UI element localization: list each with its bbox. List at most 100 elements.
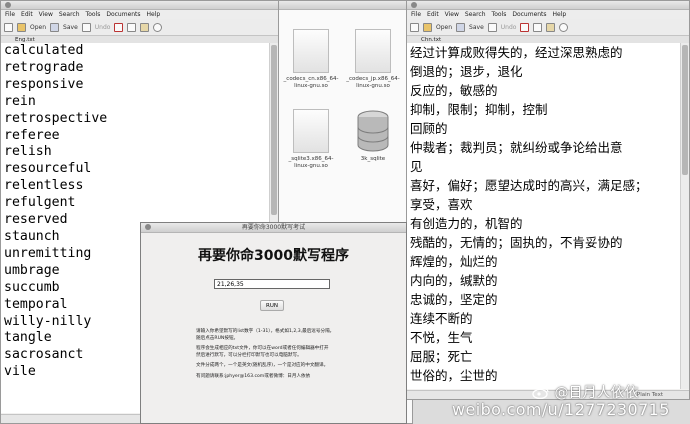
right-menubar: File Edit View Search Tools Documents He… xyxy=(407,10,689,19)
dialog-heading: 再要你命3000默写程序 xyxy=(198,248,349,264)
print-icon[interactable] xyxy=(487,22,497,32)
paste-icon[interactable] xyxy=(140,22,150,32)
save-icon[interactable] xyxy=(50,22,60,32)
menu-help[interactable]: Help xyxy=(147,11,161,18)
open-folder-icon[interactable] xyxy=(17,22,26,32)
chinese-meaning-line: 有创造力的，机智的 xyxy=(410,216,523,231)
undo-button[interactable]: Undo xyxy=(501,24,517,31)
new-document-icon[interactable] xyxy=(4,22,13,32)
find-icon[interactable] xyxy=(153,22,163,32)
left-editor-titlebar xyxy=(1,1,278,10)
english-word-line: relish xyxy=(4,144,52,160)
menu-search[interactable]: Search xyxy=(465,11,486,18)
english-word-line: resourceful xyxy=(4,161,92,177)
english-word-line: relentless xyxy=(4,178,84,194)
undo-button[interactable]: Undo xyxy=(95,24,111,31)
file-document-icon xyxy=(293,109,329,153)
save-button[interactable]: Save xyxy=(469,24,484,31)
english-word-line: refulgent xyxy=(4,195,76,211)
open-button[interactable]: Open xyxy=(436,24,452,31)
menu-view[interactable]: View xyxy=(445,11,459,18)
right-editor-window: File Edit View Search Tools Documents He… xyxy=(406,0,690,400)
list-number-input[interactable] xyxy=(214,279,330,289)
close-window-icon[interactable] xyxy=(411,2,417,8)
menu-file[interactable]: File xyxy=(5,11,15,18)
menu-edit[interactable]: Edit xyxy=(427,11,439,18)
left-scrollbar-thumb[interactable] xyxy=(271,45,277,215)
close-window-icon[interactable] xyxy=(5,2,11,8)
right-scrollbar[interactable] xyxy=(680,43,689,389)
weibo-handle-watermark: @日月人依依 xyxy=(532,382,638,402)
file-item[interactable]: _sqlite3.x86_64-linux-gnu.so xyxy=(281,109,341,169)
instruction-line: 然后进行默写，可以分栏打印默写也可以电脑默写。 xyxy=(196,352,302,358)
instruction-line: 文件分成两个，一个是英文(随机乱序)，一个是对应的中文翻译。 xyxy=(196,363,329,368)
right-editor-titlebar xyxy=(407,1,689,10)
paste-icon[interactable] xyxy=(546,22,556,32)
file-manager-titlebar xyxy=(279,1,412,10)
instruction-line: 随后点击RUN按钮。 xyxy=(196,335,239,341)
chinese-meaning-line: 仲裁者；裁判员；就纠纷或争论给出意 xyxy=(410,140,623,155)
chinese-meaning-list: 经过计算成败得失的，经过深思熟虑的 倒退的；退步，退化 反应的，敏感的 抑制，限制；抑… xyxy=(407,43,681,385)
english-word-line: rein xyxy=(4,93,36,109)
new-document-icon[interactable] xyxy=(410,22,419,32)
menu-documents[interactable]: Documents xyxy=(512,11,546,18)
menu-edit[interactable]: Edit xyxy=(21,11,33,18)
close-window-icon[interactable] xyxy=(145,224,151,230)
find-icon[interactable] xyxy=(559,22,569,32)
chinese-meaning-line: 辉煌的，灿烂的 xyxy=(410,254,498,269)
menu-help[interactable]: Help xyxy=(553,11,567,18)
right-toolbar: Open Save Undo xyxy=(407,19,689,36)
chinese-meaning-line: 不悦，生气 xyxy=(410,330,473,345)
chinese-meaning-line: 见 xyxy=(410,159,423,174)
menu-view[interactable]: View xyxy=(39,11,53,18)
open-folder-icon[interactable] xyxy=(423,22,432,32)
print-icon[interactable] xyxy=(81,22,91,32)
chinese-meaning-line: 内向的，缄默的 xyxy=(410,273,498,288)
file-item[interactable]: _codecs_cn.x86_64-linux-gnu.so xyxy=(281,29,341,89)
weibo-handle: @日月人依依 xyxy=(554,385,639,401)
database-icon xyxy=(357,110,389,152)
chinese-meaning-line: 残酷的，无情的；固执的，不肯妥协的 xyxy=(410,235,623,250)
english-word-line: retrograde xyxy=(4,59,84,75)
menu-tools[interactable]: Tools xyxy=(86,11,101,18)
left-toolbar: Open Save Undo xyxy=(1,19,278,36)
weibo-url-watermark: weibo.com/u/1277230715 xyxy=(452,400,670,419)
open-button[interactable]: Open xyxy=(30,24,46,31)
copy-icon[interactable] xyxy=(127,22,137,32)
right-text-area[interactable]: 经过计算成败得失的，经过深思熟虑的 倒退的；退步，退化 反应的，敏感的 抑制，限制；抑… xyxy=(407,43,681,389)
instruction-line: 有问题请联系:jphyer@163.com或者微博：日月人依依 xyxy=(196,373,311,379)
right-scrollbar-thumb[interactable] xyxy=(682,45,688,175)
copy-icon[interactable] xyxy=(533,22,543,32)
file-document-icon xyxy=(355,29,391,73)
chinese-meaning-line: 喜好，偏好；愿望达成时的高兴，满足感； xyxy=(410,178,648,193)
dictation-dialog: 再要你命3000默写考试 再要你命3000默写程序 RUN 请输入你希望默写的l… xyxy=(140,222,407,424)
english-word-line: referee xyxy=(4,127,60,143)
chinese-meaning-line: 倒退的；退步，退化 xyxy=(410,64,523,79)
english-word-line: responsive xyxy=(4,76,84,92)
menu-file[interactable]: File xyxy=(411,11,421,18)
chinese-meaning-line: 反应的，敏感的 xyxy=(410,83,498,98)
file-name: _codecs_cn.x86_64-linux-gnu.so xyxy=(283,76,339,89)
chinese-meaning-line: 屈服；死亡 xyxy=(410,349,473,364)
english-word-line: retrospective xyxy=(4,110,108,126)
english-word-line: calculated xyxy=(4,43,84,58)
run-button[interactable]: RUN xyxy=(260,300,284,311)
left-menubar: File Edit View Search Tools Documents He… xyxy=(1,10,278,19)
file-item[interactable]: _codecs_jp.x86_64-linux-gnu.so xyxy=(343,29,403,89)
menu-documents[interactable]: Documents xyxy=(106,11,140,18)
dialog-window-title: 再要你命3000默写考试 xyxy=(241,224,306,231)
save-icon[interactable] xyxy=(456,22,466,32)
file-item[interactable]: 3k_sqlite xyxy=(343,109,403,163)
dialog-titlebar: 再要你命3000默写考试 xyxy=(141,223,406,233)
menu-tools[interactable]: Tools xyxy=(492,11,507,18)
chinese-meaning-line: 回顾的 xyxy=(410,121,448,136)
file-document-icon xyxy=(293,29,329,73)
chinese-meaning-line: 享受，喜欢 xyxy=(410,197,473,212)
dialog-instructions: 请输入你希望默写的list数字（1-31），格式如1,2,3,最后逗号分隔， 随… xyxy=(196,329,406,380)
cut-icon[interactable] xyxy=(520,22,530,32)
chinese-meaning-line: 经过计算成败得失的，经过深思熟虑的 xyxy=(410,45,623,60)
menu-search[interactable]: Search xyxy=(59,11,80,18)
file-name: 3k_sqlite xyxy=(360,156,386,162)
cut-icon[interactable] xyxy=(114,22,124,32)
save-button[interactable]: Save xyxy=(63,24,78,31)
